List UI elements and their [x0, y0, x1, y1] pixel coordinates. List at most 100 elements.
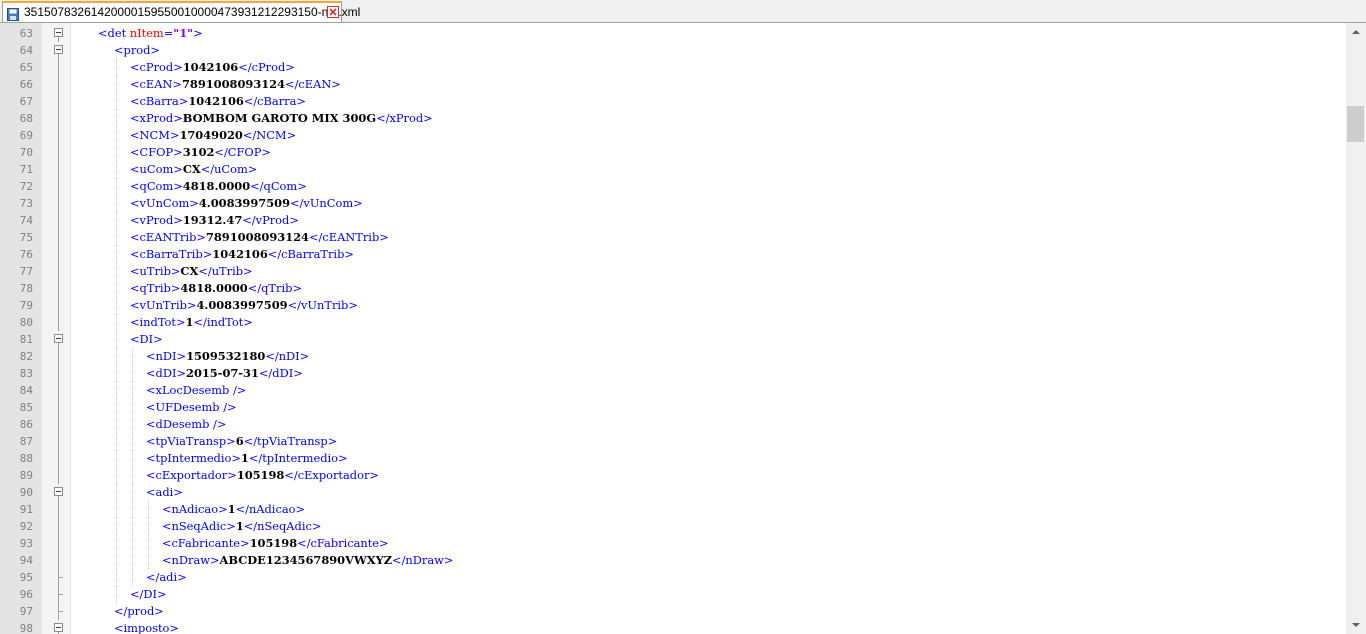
indent-guide	[116, 348, 117, 365]
xml-code: <tpIntermedio>1</tpIntermedio>	[146, 450, 348, 467]
code-line[interactable]: 98 <imposto>	[0, 620, 1346, 634]
scrollbar-thumb[interactable]	[1347, 106, 1364, 142]
fold-line	[58, 611, 59, 620]
code-line[interactable]: 64 <prod>	[0, 42, 1346, 59]
line-number: 79	[19, 299, 33, 312]
xml-open-tag: <tpViaTransp>	[146, 434, 236, 448]
code-line[interactable]: 87 <tpViaTransp>6</tpViaTransp>	[0, 433, 1346, 450]
arrow-down-icon[interactable]	[1346, 616, 1366, 634]
code-line[interactable]: 76 <cBarraTrib>1042106</cBarraTrib>	[0, 246, 1346, 263]
line-number: 90	[19, 486, 33, 499]
xml-text-value: 7891008093124	[181, 77, 286, 91]
code-line[interactable]: 95 </adi>	[0, 569, 1346, 586]
code-line[interactable]: 88 <tpIntermedio>1</tpIntermedio>	[0, 450, 1346, 467]
xml-code: <nSeqAdic>1</nSeqAdic>	[162, 518, 321, 535]
indent-guide	[148, 518, 149, 535]
code-line[interactable]: 85 <UFDesemb />	[0, 399, 1346, 416]
xml-code: <tpViaTransp>6</tpViaTransp>	[146, 433, 337, 450]
xml-open-tag: <cExportador>	[146, 468, 237, 482]
editor[interactable]: 63 <det nItem="1"> 64 <prod> 65 <cProd>104210…	[0, 23, 1366, 634]
indent-guide	[116, 297, 117, 314]
indent-guide	[116, 501, 117, 518]
line-number: 94	[19, 554, 33, 567]
code-line[interactable]: 91 <nAdicao>1</nAdicao>	[0, 501, 1346, 518]
fold-line	[58, 178, 59, 195]
code-line[interactable]: 73 <vUnCom>4.0083997509</vUnCom>	[0, 195, 1346, 212]
xml-close-tag: </cProd>	[238, 60, 295, 74]
code-line[interactable]: 92 <nSeqAdic>1</nSeqAdic>	[0, 518, 1346, 535]
code-line[interactable]: 70 <CFOP>3102</CFOP>	[0, 144, 1346, 161]
close-icon[interactable]	[327, 6, 339, 18]
code-line[interactable]: 65 <cProd>1042106</cProd>	[0, 59, 1346, 76]
xml-close-tag: </xProd>	[376, 111, 433, 125]
indent-guide	[116, 212, 117, 229]
code-line[interactable]: 71 <uCom>CX</uCom>	[0, 161, 1346, 178]
xml-empty-tag: <UFDesemb />	[146, 400, 237, 414]
xml-close-tag: </vUnCom>	[290, 196, 363, 210]
code-line[interactable]: 81 <DI>	[0, 331, 1346, 348]
xml-text-value: 7891008093124	[205, 230, 309, 244]
xml-open-tag: <cBarraTrib>	[130, 247, 213, 261]
indent-guide	[116, 280, 117, 297]
xml-attribute-value: "1"	[173, 26, 194, 40]
code-line[interactable]: 74 <vProd>19312.47</vProd>	[0, 212, 1346, 229]
fold-line	[58, 348, 59, 365]
xml-code: <vUnCom>4.0083997509</vUnCom>	[130, 195, 363, 212]
code-line[interactable]: 94 <nDraw>ABCDE1234567890VWXYZ</nDraw>	[0, 552, 1346, 569]
fold-toggle-icon[interactable]	[54, 28, 63, 37]
code-line[interactable]: 80 <indTot>1</indTot>	[0, 314, 1346, 331]
code-line[interactable]: 67 <cBarra>1042106</cBarra>	[0, 93, 1346, 110]
code-line[interactable]: 90 <adi>	[0, 484, 1346, 501]
vertical-scrollbar[interactable]	[1346, 23, 1366, 634]
code-line[interactable]: 69 <NCM>17049020</NCM>	[0, 127, 1346, 144]
line-number: 76	[19, 248, 33, 261]
code-line[interactable]: 83 <dDI>2015-07-31</dDI>	[0, 365, 1346, 382]
indent-guide	[116, 586, 117, 603]
xml-open-tag: <imposto>	[114, 621, 179, 634]
xml-empty-tag: <xLocDesemb />	[146, 383, 247, 397]
tab-file[interactable]: 3515078326142000015955001000047393121229…	[2, 1, 360, 22]
fold-line	[58, 212, 59, 229]
xml-code: <qTrib>4818.0000</qTrib>	[130, 280, 302, 297]
code-line[interactable]: 77 <uTrib>CX</uTrib>	[0, 263, 1346, 280]
code-line[interactable]: 86 <dDesemb />	[0, 416, 1346, 433]
fold-toggle-icon[interactable]	[54, 45, 63, 54]
xml-equals: =	[163, 26, 174, 40]
indent-guide	[116, 195, 117, 212]
fold-toggle-icon[interactable]	[54, 487, 63, 496]
code-line[interactable]: 84 <xLocDesemb />	[0, 382, 1346, 399]
code-line[interactable]: 78 <qTrib>4818.0000</qTrib>	[0, 280, 1346, 297]
fold-toggle-icon[interactable]	[54, 623, 63, 632]
code-line[interactable]: 96 </DI>	[0, 586, 1346, 603]
xml-close-tag: </CFOP>	[214, 145, 271, 159]
xml-text-value: 105198	[249, 536, 298, 550]
code-line[interactable]: 68 <xProd>BOMBOM GAROTO MIX 300G</xProd>	[0, 110, 1346, 127]
xml-code: <UFDesemb />	[146, 399, 237, 416]
line-number: 75	[19, 231, 33, 244]
indent-guide	[116, 144, 117, 161]
xml-open-tag: <NCM>	[130, 128, 180, 142]
xml-text-value: BOMBOM GAROTO MIX 300G	[182, 111, 377, 125]
code-line[interactable]: 75 <cEANTrib>7891008093124</cEANTrib>	[0, 229, 1346, 246]
arrow-up-icon[interactable]	[1346, 23, 1366, 41]
indent-guide	[132, 450, 133, 467]
xml-code: <cExportador>105198</cExportador>	[146, 467, 379, 484]
code-line[interactable]: 79 <vUnTrib>4.0083997509</vUnTrib>	[0, 297, 1346, 314]
line-number: 91	[19, 503, 33, 516]
code-line[interactable]: 89 <cExportador>105198</cExportador>	[0, 467, 1346, 484]
xml-open-tag: <vUnTrib>	[130, 298, 197, 312]
fold-line	[58, 314, 59, 331]
fold-line	[58, 93, 59, 110]
xml-open-tag: <nDraw>	[162, 553, 220, 567]
code-line[interactable]: 66 <cEAN>7891008093124</cEAN>	[0, 76, 1346, 93]
fold-toggle-icon[interactable]	[54, 334, 63, 343]
code-line[interactable]: 63 <det nItem="1">	[0, 25, 1346, 42]
code-line[interactable]: 72 <qCom>4818.0000</qCom>	[0, 178, 1346, 195]
xml-close-tag: </indTot>	[193, 315, 253, 329]
code-line[interactable]: 97 </prod>	[0, 603, 1346, 620]
tab-title: 3515078326142000015955001000047393121229…	[24, 5, 361, 19]
xml-code: <cEANTrib>7891008093124</cEANTrib>	[130, 229, 389, 246]
line-number: 72	[19, 180, 33, 193]
code-line[interactable]: 82 <nDI>1509532180</nDI>	[0, 348, 1346, 365]
code-line[interactable]: 93 <cFabricante>105198</cFabricante>	[0, 535, 1346, 552]
